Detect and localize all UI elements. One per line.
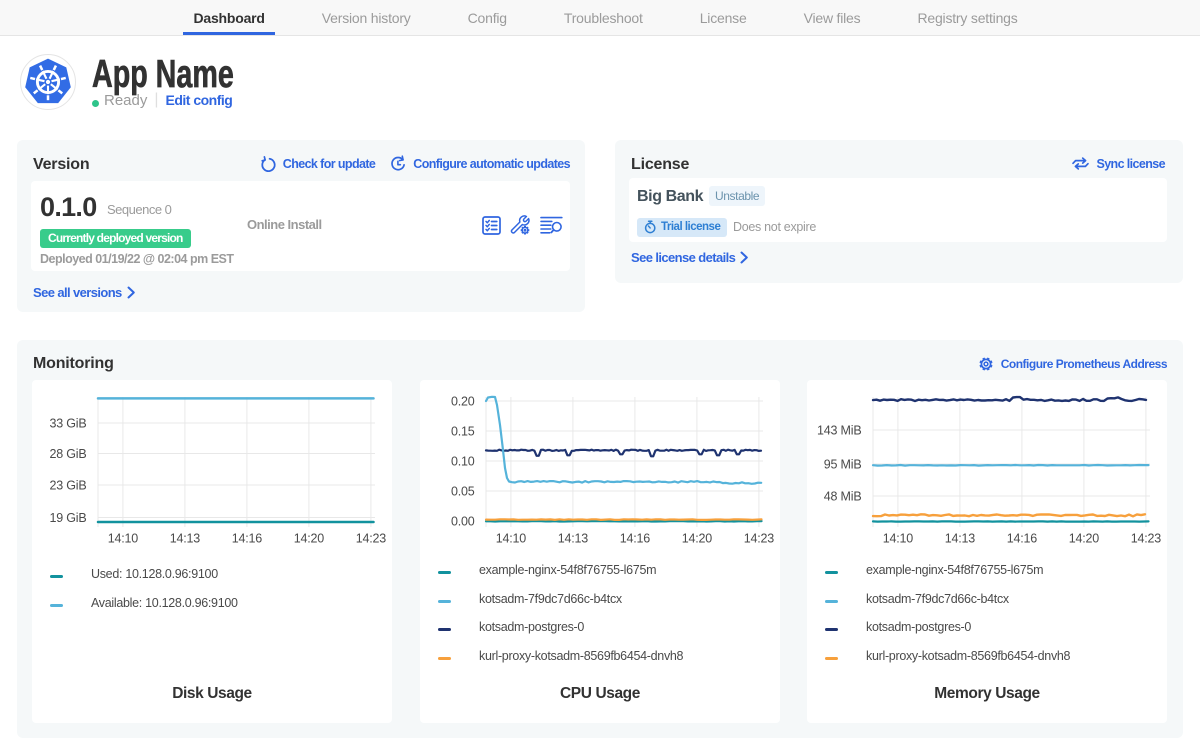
svg-text:0.00: 0.00: [451, 515, 475, 529]
svg-text:14:20: 14:20: [294, 532, 325, 546]
svg-text:19 GiB: 19 GiB: [49, 511, 86, 525]
svg-text:14:10: 14:10: [496, 532, 527, 546]
svg-text:14:20: 14:20: [682, 532, 713, 546]
svg-text:14:13: 14:13: [558, 532, 589, 546]
svg-text:14:23: 14:23: [1131, 532, 1162, 546]
svg-text:23 GiB: 23 GiB: [49, 479, 86, 493]
svg-text:0.10: 0.10: [451, 455, 475, 469]
svg-text:33 GiB: 33 GiB: [49, 417, 86, 431]
svg-text:0.15: 0.15: [451, 425, 475, 439]
svg-text:14:16: 14:16: [1007, 532, 1038, 546]
svg-text:14:10: 14:10: [883, 532, 914, 546]
svg-text:48 MiB: 48 MiB: [824, 490, 862, 504]
svg-text:0.05: 0.05: [451, 485, 475, 499]
svg-text:95 MiB: 95 MiB: [824, 458, 862, 472]
svg-text:28 GiB: 28 GiB: [49, 447, 86, 461]
svg-text:14:13: 14:13: [945, 532, 976, 546]
svg-text:14:20: 14:20: [1069, 532, 1100, 546]
svg-text:14:23: 14:23: [744, 532, 775, 546]
svg-text:14:16: 14:16: [620, 532, 651, 546]
svg-text:14:10: 14:10: [108, 532, 139, 546]
svg-text:0.20: 0.20: [451, 395, 475, 409]
svg-text:14:23: 14:23: [356, 532, 387, 546]
svg-text:14:16: 14:16: [232, 532, 263, 546]
svg-text:14:13: 14:13: [170, 532, 201, 546]
svg-text:143 MiB: 143 MiB: [817, 424, 861, 438]
